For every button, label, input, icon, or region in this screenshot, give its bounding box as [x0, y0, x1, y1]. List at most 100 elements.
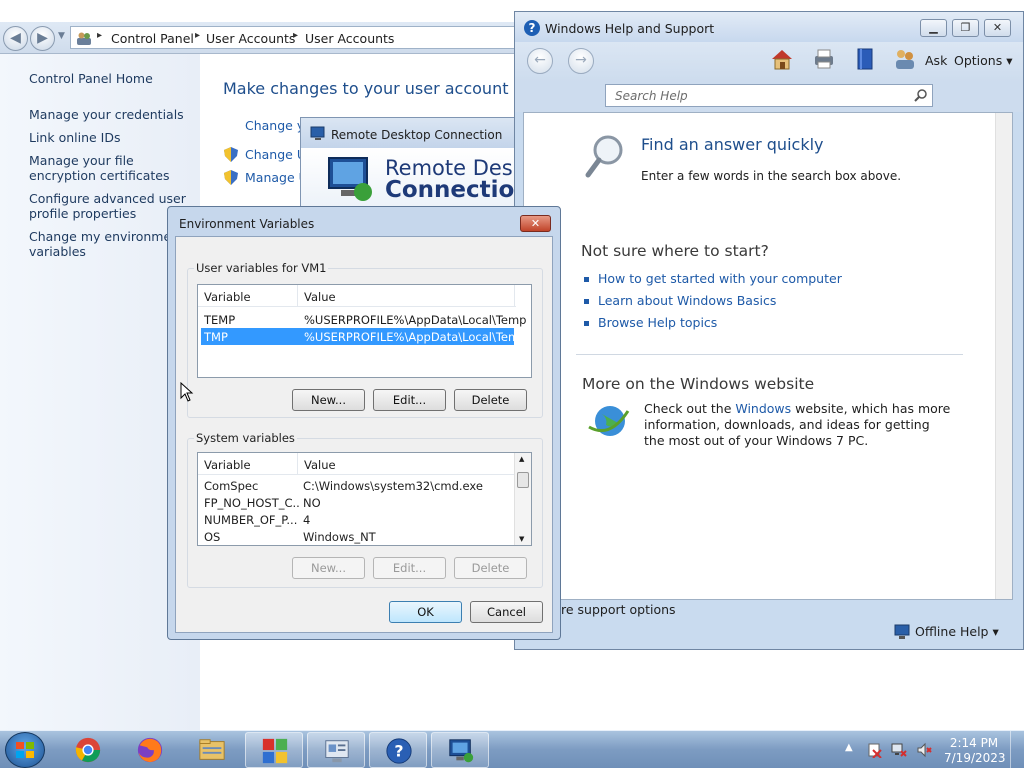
- action-center-icon[interactable]: [866, 742, 882, 758]
- address-bar: ◀ ▶ ▼ ▸ Control Panel ▸ User Accounts ▸ …: [0, 22, 530, 54]
- recent-pages-dropdown-icon[interactable]: ▼: [58, 31, 65, 41]
- dialog-titlebar[interactable]: Environment Variables ✕: [168, 207, 560, 237]
- taskbar-help[interactable]: ?: [369, 732, 427, 768]
- print-icon[interactable]: [812, 47, 836, 71]
- ask-icon[interactable]: [893, 47, 917, 71]
- taskbar-file-explorer[interactable]: [183, 732, 241, 768]
- globe-icon: [588, 406, 630, 436]
- table-row[interactable]: NUMBER_OF_P... 4: [201, 511, 514, 528]
- user-variables-list[interactable]: Variable Value TEMP %USERPROFILE%\AppDat…: [197, 284, 532, 378]
- column-header-variable[interactable]: Variable: [204, 290, 251, 304]
- remote-desktop-titlebar[interactable]: Remote Desktop Connection: [301, 118, 529, 148]
- help-link-browse-topics-label: Browse Help topics: [598, 315, 718, 330]
- sidebar-item-control-panel-home[interactable]: Control Panel Home: [29, 71, 199, 86]
- variable-name: ComSpec: [204, 479, 259, 493]
- table-row[interactable]: FP_NO_HOST_C... NO: [201, 494, 514, 511]
- system-variables-group: System variables Variable Value ComSpec …: [187, 431, 543, 588]
- forward-button[interactable]: ▶: [30, 26, 55, 51]
- help-back-button[interactable]: ←: [527, 48, 553, 74]
- system-variables-list[interactable]: Variable Value ComSpec C:\Windows\system…: [197, 452, 532, 546]
- close-button[interactable]: ✕: [984, 19, 1011, 37]
- sidebar-item-link-online-ids[interactable]: Link online IDs: [29, 130, 199, 145]
- column-header-value[interactable]: Value: [304, 290, 336, 304]
- offline-help-dropdown[interactable]: Offline Help ▾: [915, 624, 999, 639]
- taskbar-system-properties[interactable]: [307, 732, 365, 768]
- column-divider[interactable]: [297, 285, 298, 307]
- help-search-row: Search Help: [515, 82, 1023, 112]
- show-hidden-icons-button[interactable]: ▲: [845, 742, 853, 753]
- table-row[interactable]: TEMP %USERPROFILE%\AppData\Local\Temp: [201, 311, 527, 328]
- user-accounts-icon: [77, 32, 91, 45]
- windows-logo-icon: [16, 742, 34, 758]
- magnifier-icon: [585, 135, 623, 178]
- system-new-button[interactable]: New...: [292, 557, 365, 579]
- help-titlebar[interactable]: ? Windows Help and Support ▁ ❐ ✕: [515, 12, 1023, 42]
- help-question-icon: ?: [524, 20, 540, 36]
- taskbar-firefox[interactable]: [121, 732, 179, 768]
- user-variables-label: User variables for VM1: [194, 261, 329, 275]
- offline-help-icon: [894, 624, 910, 639]
- network-icon[interactable]: [891, 742, 907, 758]
- help-toolbar: ← → Ask Options ▾: [515, 42, 1023, 82]
- scroll-thumb[interactable]: [517, 472, 529, 488]
- column-divider[interactable]: [297, 453, 298, 475]
- breadcrumb-item-user-accounts-current[interactable]: User Accounts: [305, 31, 394, 46]
- back-button[interactable]: ◀: [3, 26, 28, 51]
- ok-button[interactable]: OK: [389, 601, 462, 623]
- scroll-up-icon[interactable]: ▲: [519, 455, 524, 463]
- file-explorer-icon: [199, 739, 225, 760]
- clock-time[interactable]: 2:14 PM: [944, 736, 1004, 750]
- more-support-options-link[interactable]: re support options: [561, 602, 676, 617]
- help-link-get-started[interactable]: How to get started with your computer: [584, 271, 842, 286]
- environment-variables-dialog[interactable]: Environment Variables ✕ User variables f…: [167, 206, 561, 640]
- column-header-variable[interactable]: Variable: [204, 458, 251, 472]
- system-edit-button[interactable]: Edit...: [373, 557, 446, 579]
- help-search-placeholder: Search Help: [615, 89, 688, 103]
- volume-muted-icon[interactable]: [916, 742, 932, 758]
- column-header-value[interactable]: Value: [304, 458, 336, 472]
- table-row[interactable]: OS Windows_NT: [201, 528, 514, 545]
- taskbar-chrome[interactable]: [59, 732, 117, 768]
- sidebar-item-file-encryption[interactable]: Manage your file encryption certificates: [29, 153, 199, 183]
- help-scrollbar[interactable]: [995, 113, 1012, 599]
- clock-date[interactable]: 7/19/2023: [944, 751, 1006, 765]
- help-search-input[interactable]: Search Help: [605, 84, 933, 107]
- breadcrumb[interactable]: ▸ Control Panel ▸ User Accounts ▸ User A…: [70, 26, 530, 49]
- start-button[interactable]: [5, 732, 45, 768]
- help-link-windows-basics[interactable]: Learn about Windows Basics: [584, 293, 776, 308]
- remote-desktop-window[interactable]: Remote Desktop Connection Remote Deskto …: [300, 117, 530, 218]
- help-forward-button[interactable]: →: [568, 48, 594, 74]
- forward-arrow-icon: ▶: [37, 30, 48, 46]
- cancel-button[interactable]: Cancel: [470, 601, 543, 623]
- taskbar-control-panel[interactable]: [245, 732, 303, 768]
- help-link-browse-topics[interactable]: Browse Help topics: [584, 315, 717, 330]
- maximize-button[interactable]: ❐: [952, 19, 979, 37]
- uac-shield-icon: [224, 170, 238, 185]
- user-new-button[interactable]: New...: [292, 389, 365, 411]
- table-row-selected[interactable]: TMP %USERPROFILE%\AppData\Local\Temp: [201, 328, 527, 345]
- system-delete-button[interactable]: Delete: [454, 557, 527, 579]
- dialog-close-button[interactable]: ✕: [520, 215, 551, 232]
- ask-button[interactable]: Ask: [925, 53, 947, 68]
- options-button[interactable]: Options ▾: [954, 53, 1012, 68]
- column-divider[interactable]: [514, 285, 515, 307]
- windows-website-link[interactable]: Windows: [735, 401, 791, 416]
- back-arrow-icon: ◀: [10, 30, 21, 46]
- search-icon[interactable]: [914, 88, 928, 102]
- system-list-scrollbar[interactable]: ▲ ▼: [514, 453, 531, 545]
- taskbar-remote-desktop[interactable]: [431, 732, 489, 768]
- sidebar-item-manage-credentials[interactable]: Manage your credentials: [29, 107, 199, 122]
- user-delete-button[interactable]: Delete: [454, 389, 527, 411]
- variable-value: C:\Windows\system32\cmd.exe: [303, 479, 483, 493]
- minimize-button[interactable]: ▁: [920, 19, 947, 37]
- table-row[interactable]: ComSpec C:\Windows\system32\cmd.exe: [201, 477, 514, 494]
- help-window[interactable]: ? Windows Help and Support ▁ ❐ ✕ ← → Ask…: [514, 11, 1024, 650]
- breadcrumb-item-control-panel[interactable]: Control Panel: [111, 31, 194, 46]
- variable-name: OS: [204, 530, 221, 544]
- user-edit-button[interactable]: Edit...: [373, 389, 446, 411]
- scroll-down-icon[interactable]: ▼: [519, 535, 524, 543]
- browse-help-icon[interactable]: [853, 47, 877, 71]
- breadcrumb-item-user-accounts[interactable]: User Accounts: [206, 31, 295, 46]
- show-desktop-button[interactable]: [1010, 731, 1024, 768]
- home-icon[interactable]: [770, 47, 794, 71]
